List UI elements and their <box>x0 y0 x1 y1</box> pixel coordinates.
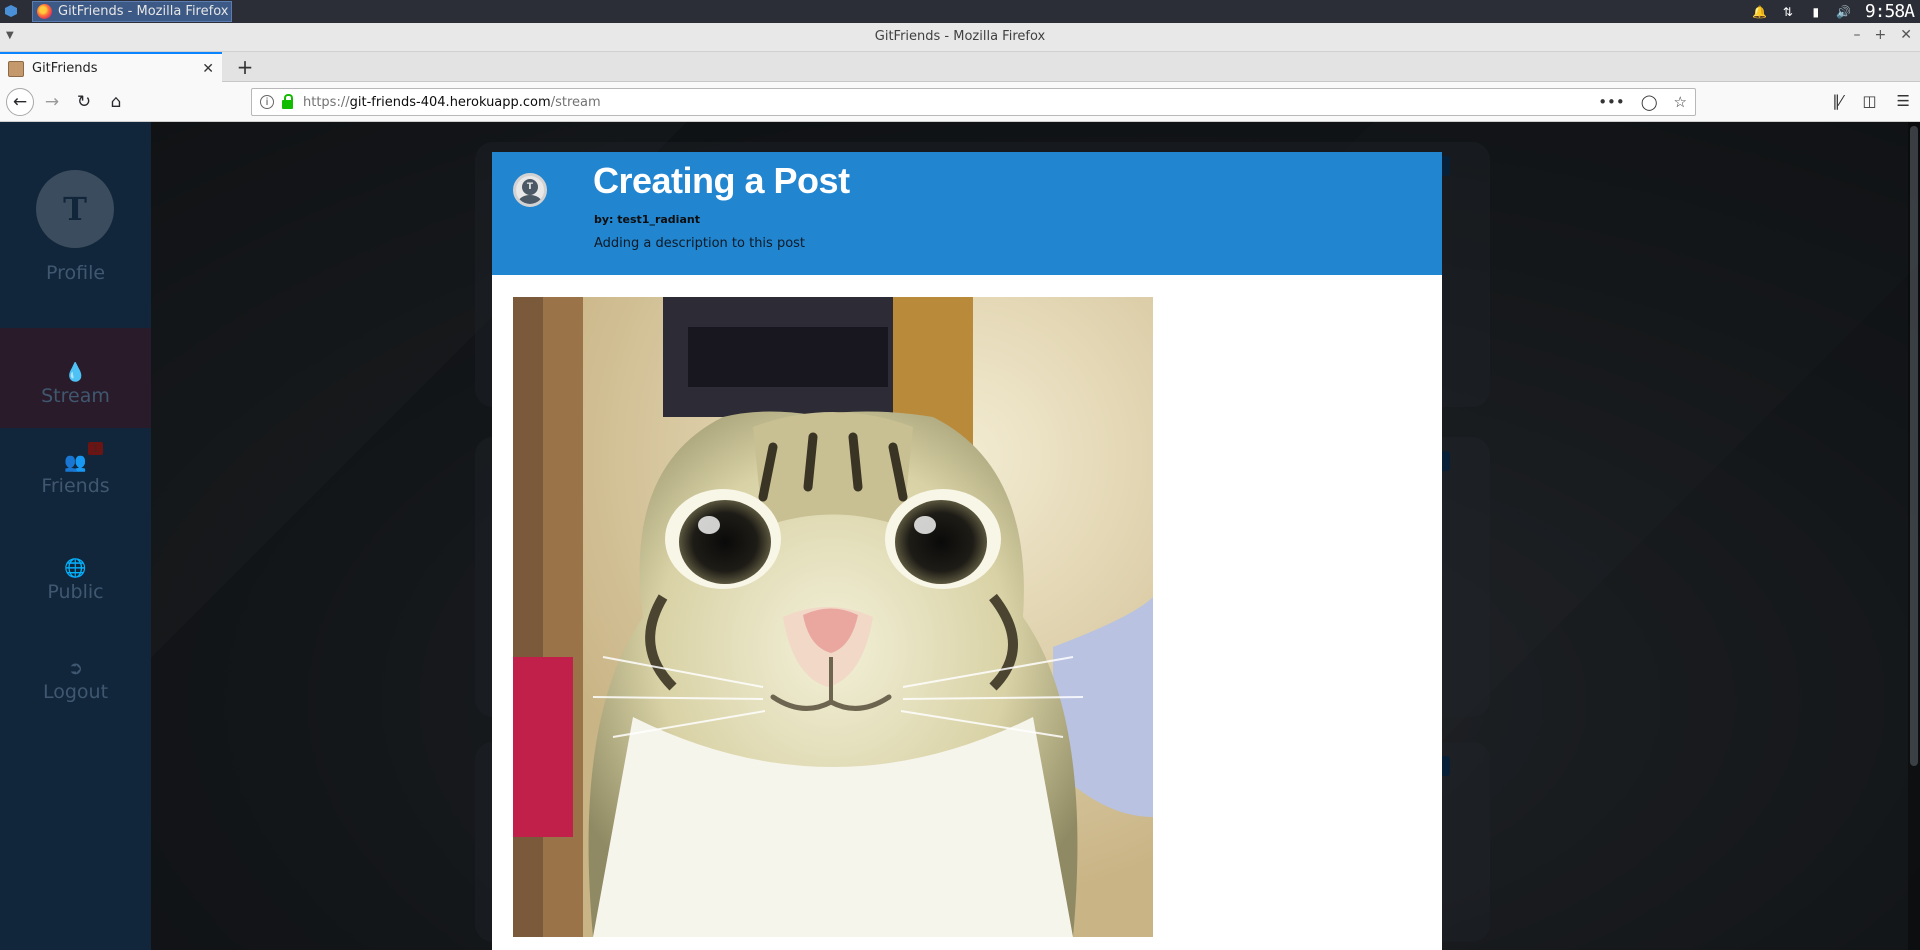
avatar-initial: T <box>522 179 538 195</box>
taskbar-window-title: GitFriends - Mozilla Firefox <box>58 4 229 19</box>
sidebar-toggle-icon[interactable]: ◫ <box>1862 92 1876 110</box>
author-avatar: T <box>513 173 547 207</box>
sidebar-item-profile[interactable]: Profile <box>0 262 151 284</box>
battery-icon[interactable]: ▮ <box>1809 5 1823 19</box>
page-content: T Profile 💧 Stream 1 👥 Friends 🌐 Public … <box>0 122 1920 950</box>
page-scrollbar[interactable] <box>1908 122 1920 950</box>
sidebar-item-label: Stream <box>41 385 110 407</box>
url-path: /stream <box>550 94 601 110</box>
network-icon[interactable]: ⇅ <box>1781 5 1795 19</box>
cat-photo <box>513 297 1153 937</box>
droplet-icon: 💧 <box>64 362 87 383</box>
url-bar[interactable]: i https://git-friends-404.herokuapp.com /… <box>251 88 1696 116</box>
tab-close-icon[interactable]: ✕ <box>202 61 214 77</box>
pocket-icon[interactable]: ◯ <box>1641 93 1658 111</box>
navigation-toolbar: ← → ↻ ⌂ i https://git-friends-404.heroku… <box>0 82 1920 122</box>
profile-avatar[interactable]: T <box>36 170 114 248</box>
volume-icon[interactable]: 🔊 <box>1836 5 1851 19</box>
url-actions: ••• ◯ ☆ <box>1598 93 1687 111</box>
bookmark-star-icon[interactable]: ☆ <box>1674 93 1687 111</box>
maximize-icon[interactable]: + <box>1875 27 1887 43</box>
sidebar-item-stream[interactable]: 💧 Stream <box>0 328 151 428</box>
tab-gitfriends[interactable]: GitFriends ✕ <box>0 52 222 83</box>
page-actions-icon[interactable]: ••• <box>1598 93 1625 111</box>
sidebar-item-label: Friends <box>41 475 110 497</box>
friends-count-badge: 1 <box>88 442 103 455</box>
globe-icon: 🌐 <box>64 558 87 579</box>
reload-button[interactable]: ↻ <box>70 88 98 116</box>
firefox-icon <box>37 4 52 19</box>
library-icon[interactable]: ‖⁄ <box>1832 92 1842 110</box>
site-info-icon[interactable]: i <box>260 95 274 109</box>
window-controls: – + ✕ <box>1854 27 1912 43</box>
post-author: by: test1_radiant <box>594 213 700 226</box>
minimize-icon[interactable]: – <box>1854 27 1861 43</box>
sidebar: T Profile 💧 Stream 1 👥 Friends 🌐 Public … <box>0 122 151 950</box>
users-icon: 👥 <box>64 452 87 473</box>
sidebar-item-label: Public <box>47 581 104 603</box>
home-button[interactable]: ⌂ <box>102 88 130 116</box>
tab-bar: GitFriends ✕ + <box>0 52 1920 83</box>
sidebar-item-label: Profile <box>45 262 106 284</box>
taskbar-window-button[interactable]: GitFriends - Mozilla Firefox <box>32 1 232 22</box>
bell-icon[interactable]: 🔔 <box>1752 5 1767 19</box>
window-title: GitFriends - Mozilla Firefox <box>874 29 1046 44</box>
new-tab-button[interactable]: + <box>232 54 258 80</box>
lock-icon <box>282 93 293 109</box>
scroll-thumb[interactable] <box>1910 126 1918 766</box>
os-panel: GitFriends - Mozilla Firefox 🔔 ⇅ ▮ 🔊 9:5… <box>0 0 1920 23</box>
post-title: Creating a Post <box>593 160 850 201</box>
url-scheme: https:// <box>303 94 350 110</box>
post-image <box>513 297 1153 937</box>
clock[interactable]: 9:58A <box>1865 1 1915 22</box>
post-modal-header: T Creating a Post by: test1_radiant Addi… <box>492 152 1442 275</box>
system-tray: 🔔 ⇅ ▮ 🔊 9:58A <box>1752 0 1915 23</box>
close-window-icon[interactable]: ✕ <box>1900 27 1912 43</box>
back-button[interactable]: ← <box>6 88 34 116</box>
url-host: git-friends-404.herokuapp.com <box>349 94 551 110</box>
toolbar-right: ‖⁄ ◫ ☰ <box>1832 92 1910 110</box>
window-titlebar: ▼ GitFriends - Mozilla Firefox – + ✕ <box>0 23 1920 52</box>
hamburger-menu-icon[interactable]: ☰ <box>1897 92 1910 110</box>
favicon-icon <box>8 60 24 77</box>
sidebar-item-friends[interactable]: 1 👥 Friends <box>0 442 151 497</box>
post-description: Adding a description to this post <box>594 236 806 251</box>
os-menu-icon[interactable] <box>4 4 18 18</box>
sidebar-item-label: Logout <box>42 681 109 703</box>
sidebar-item-public[interactable]: 🌐 Public <box>0 558 151 603</box>
forward-button[interactable]: → <box>38 88 66 116</box>
sign-out-icon: ➲ <box>67 658 84 679</box>
sidebar-item-logout[interactable]: ➲ Logout <box>0 658 151 703</box>
tab-title: GitFriends <box>32 61 98 76</box>
post-modal: T Creating a Post by: test1_radiant Addi… <box>492 152 1442 950</box>
avatar-body-shape <box>518 195 542 204</box>
